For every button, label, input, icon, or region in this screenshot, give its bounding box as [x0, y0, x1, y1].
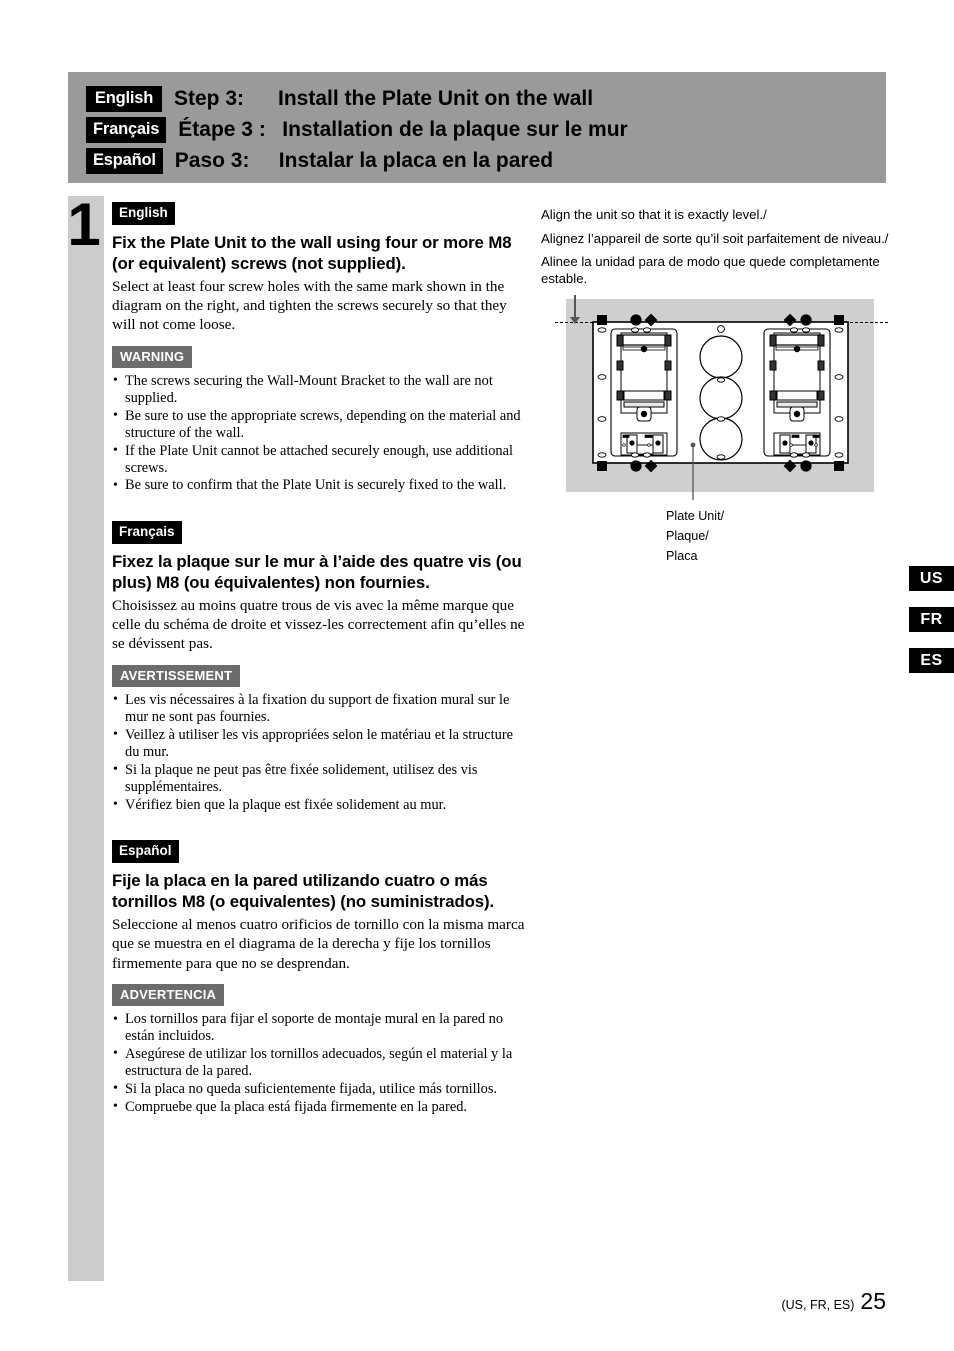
- section-english: English Fix the Plate Unit to the wall u…: [112, 202, 527, 495]
- section-french: Français Fixez la plaque sur le mur à l’…: [112, 521, 527, 814]
- section-heading-english: Fix the Plate Unit to the wall using fou…: [112, 232, 512, 273]
- list-item: Vérifiez bien que la plaque est fixée so…: [112, 796, 527, 814]
- side-tab-us[interactable]: US: [909, 566, 954, 591]
- list-item: Si la plaque ne peut pas être fixée soli…: [112, 761, 527, 796]
- list-item: Compruebe que la placa está fijada firme…: [112, 1098, 527, 1116]
- plate-unit-callout-label: Plate Unit/ Plaque/ Placa: [666, 506, 724, 566]
- list-item: Les vis nécessaires à la fixation du sup…: [112, 691, 527, 726]
- list-item: Be sure to confirm that the Plate Unit i…: [112, 477, 527, 494]
- plate-unit-diagram: Plate Unit/ Plaque/ Placa: [541, 295, 891, 563]
- header-title-spanish: Instalar la placa en la pared: [278, 149, 554, 172]
- section-body-spanish: Seleccione al menos cuatro orificios de …: [112, 915, 525, 972]
- plate-unit-drawing: [592, 313, 849, 500]
- alignment-notes: Align the unit so that it is exactly lev…: [541, 207, 891, 294]
- header-step-label-spanish: Paso 3:: [174, 149, 250, 172]
- section-body-english: Select at least four screw holes with th…: [112, 277, 507, 334]
- callout-line-french: Plaque/: [666, 529, 709, 543]
- header-lang-chip-french: Français: [86, 117, 167, 143]
- list-item: The screws securing the Wall-Mount Brack…: [112, 372, 527, 407]
- list-item: Los tornillos para fijar el soporte de m…: [112, 1010, 527, 1045]
- callout-line-english: Plate Unit/: [666, 509, 725, 523]
- warning-badge-french: AVERTISSEMENT: [112, 664, 241, 687]
- warning-bullets-english: The screws securing the Wall-Mount Brack…: [112, 372, 527, 495]
- step-number: 1: [67, 191, 101, 258]
- callout-line-spanish: Placa: [666, 549, 698, 563]
- header-title-english: Install the Plate Unit on the wall: [278, 87, 594, 110]
- header-step-label-english: Step 3:: [174, 87, 245, 110]
- warning-badge-spanish: ADVERTENCIA: [112, 984, 225, 1006]
- step-side-bar: [68, 196, 104, 1281]
- section-lang-chip-english: English: [112, 202, 175, 225]
- page-header-banner: English Step 3: Install the Plate Unit o…: [68, 72, 886, 183]
- header-step-label-french: Étape 3 :: [178, 118, 266, 141]
- list-item: Be sure to use the appropriate screws, d…: [112, 407, 527, 442]
- warning-badge-english: WARNING: [112, 345, 193, 368]
- list-item: Si la placa no queda suficientemente fij…: [112, 1080, 527, 1098]
- header-row-english: English Step 3: Install the Plate Unit o…: [86, 84, 593, 114]
- alignment-note-spanish: Alinee la unidad para de modo que quede …: [541, 254, 880, 286]
- section-lang-chip-french: Français: [112, 521, 182, 544]
- header-lang-chip-spanish: Español: [86, 148, 163, 174]
- section-heading-spanish: Fije la placa en la pared utilizando cua…: [112, 870, 495, 911]
- header-lang-chip-english: English: [86, 86, 162, 112]
- side-tab-es[interactable]: ES: [909, 648, 954, 673]
- warning-bullets-spanish: Los tornillos para fijar el soporte de m…: [112, 1010, 527, 1116]
- alignment-note-english: Align the unit so that it is exactly lev…: [541, 207, 767, 222]
- header-row-french: Français Étape 3 : Installation de la pl…: [86, 115, 628, 145]
- warning-bullets-french: Les vis nécessaires à la fixation du sup…: [112, 691, 527, 814]
- section-spanish: Español Fije la placa en la pared utiliz…: [112, 840, 527, 1115]
- list-item: If the Plate Unit cannot be attached sec…: [112, 442, 527, 477]
- header-row-spanish: Español Paso 3: Instalar la placa en la …: [86, 146, 553, 176]
- list-item: Asegúrese de utilizar los tornillos adec…: [112, 1045, 527, 1080]
- footer-language-codes: (US, FR, ES): [781, 1298, 855, 1312]
- instructions-column: English Fix the Plate Unit to the wall u…: [112, 202, 527, 1116]
- list-item: Veillez à utiliser les vis appropriées s…: [112, 726, 527, 761]
- section-body-french: Choisissez au moins quatre trous de vis …: [112, 596, 525, 653]
- section-lang-chip-spanish: Español: [112, 840, 179, 863]
- page-footer: (US, FR, ES) 25: [781, 1288, 886, 1315]
- header-title-french: Installation de la plaque sur le mur: [282, 118, 628, 141]
- side-tab-fr[interactable]: FR: [909, 607, 954, 632]
- alignment-note-french: Alignez l’appareil de sorte qu’il soit p…: [541, 230, 889, 246]
- page-number: 25: [860, 1288, 886, 1314]
- section-heading-french: Fixez la plaque sur le mur à l’aide des …: [112, 551, 522, 592]
